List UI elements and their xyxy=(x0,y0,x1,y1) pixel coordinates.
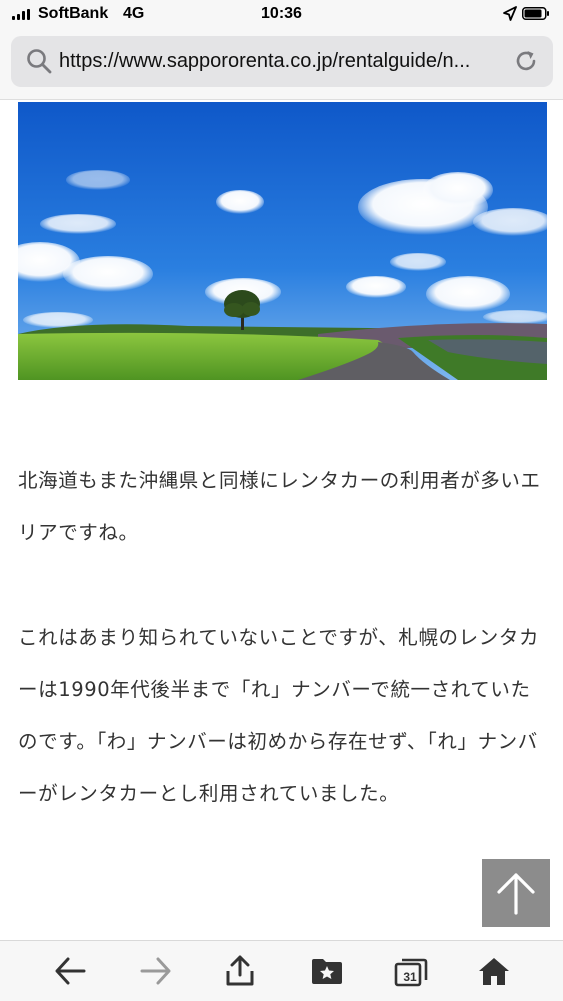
browser-toolbar: 31 xyxy=(0,940,563,1001)
tabs-count: 31 xyxy=(403,970,417,984)
clock: 10:36 xyxy=(261,5,302,22)
status-bar: SoftBank 4G 10:36 xyxy=(0,0,563,30)
tabs-button[interactable]: 31 xyxy=(393,954,429,988)
article-paragraph: 北海道もまた沖縄県と同様にレンタカーの利用者が多いエリアですね。 xyxy=(18,469,541,544)
back-icon xyxy=(55,957,86,985)
battery-icon xyxy=(522,7,549,20)
bookmarks-button[interactable] xyxy=(309,954,345,988)
address-bar[interactable]: https://www.sappororenta.co.jp/rentalgui… xyxy=(11,36,553,87)
home-button[interactable] xyxy=(476,954,512,988)
back-button[interactable] xyxy=(52,954,88,988)
forward-icon xyxy=(140,957,171,985)
article-paragraph: これはあまり知られていないことですが、札幌のレンタカーは1990年代後半まで「れ… xyxy=(18,626,540,805)
url-text[interactable]: https://www.sappororenta.co.jp/rentalgui… xyxy=(59,50,501,73)
share-button[interactable] xyxy=(222,954,258,988)
browser-address-area: https://www.sappororenta.co.jp/rentalgui… xyxy=(0,30,563,100)
bookmarks-icon xyxy=(312,959,342,984)
forward-button[interactable] xyxy=(138,954,174,988)
share-icon xyxy=(226,955,254,986)
arrow-up-icon xyxy=(497,873,535,915)
search-icon xyxy=(27,49,52,74)
back-to-top-button[interactable] xyxy=(482,859,550,927)
home-icon xyxy=(479,958,509,985)
location-icon xyxy=(503,6,517,21)
reload-icon[interactable] xyxy=(513,48,539,74)
hero-image xyxy=(18,102,547,380)
